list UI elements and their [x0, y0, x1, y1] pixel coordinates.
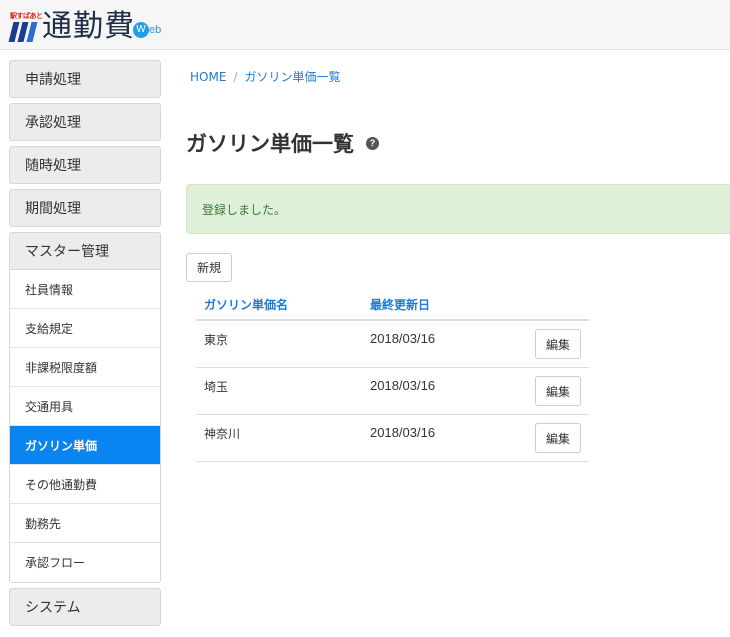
logo-web-initial: W	[133, 22, 149, 38]
edit-button[interactable]: 編集	[535, 376, 581, 406]
breadcrumb: HOME / ガソリン単価一覧	[190, 68, 340, 85]
logo-mark-icon: 駅すぱあと	[8, 12, 43, 44]
sidebar-item-payment-rules[interactable]: 支給規定	[10, 309, 160, 348]
sidebar-item-transport-means[interactable]: 交通用具	[10, 387, 160, 426]
breadcrumb-current-link[interactable]: ガソリン単価一覧	[244, 70, 340, 84]
gasoline-price-table: ガソリン単価名 最終更新日 東京 2018/03/16 編集 埼玉 2018/0…	[196, 287, 589, 462]
table-row: 埼玉 2018/03/16 編集	[196, 368, 589, 415]
logo-tag: 駅すぱあと	[10, 12, 43, 20]
sidebar: 申請処理 承認処理 随時処理 期間処理 マスター管理 社員情報 支給規定 非課税…	[9, 60, 161, 631]
logo-web-badge: W eb	[133, 22, 161, 38]
sidebar-group-master[interactable]: マスター管理	[10, 233, 160, 270]
cell-updated: 2018/03/16	[370, 331, 436, 346]
cell-updated: 2018/03/16	[370, 425, 436, 440]
cell-name: 埼玉	[204, 380, 229, 394]
sidebar-item-workplace[interactable]: 勤務先	[10, 504, 160, 543]
logo-text: 通勤費	[42, 9, 135, 44]
logo-bar	[26, 22, 38, 42]
page-title-row: ガソリン単価一覧 ?	[186, 128, 379, 158]
app-logo[interactable]: 駅すぱあと 通勤費 W eb	[8, 8, 161, 44]
breadcrumb-home-link[interactable]: HOME	[190, 70, 226, 84]
edit-button[interactable]: 編集	[535, 423, 581, 453]
column-header-name[interactable]: ガソリン単価名	[204, 296, 288, 313]
cell-updated: 2018/03/16	[370, 378, 436, 393]
page-title: ガソリン単価一覧	[186, 132, 354, 156]
sidebar-item-other-commute[interactable]: その他通勤費	[10, 465, 160, 504]
sidebar-group-approval[interactable]: 承認処理	[9, 103, 161, 141]
breadcrumb-separator: /	[233, 70, 238, 84]
sidebar-group-system[interactable]: システム	[9, 588, 161, 626]
sidebar-item-tax-free-limit[interactable]: 非課税限度額	[10, 348, 160, 387]
column-header-updated[interactable]: 最終更新日	[370, 296, 430, 313]
sidebar-item-gasoline-price[interactable]: ガソリン単価	[10, 426, 160, 465]
new-button[interactable]: 新規	[186, 253, 232, 282]
sidebar-item-employee-info[interactable]: 社員情報	[10, 270, 160, 309]
sidebar-group-application[interactable]: 申請処理	[9, 60, 161, 98]
cell-name: 神奈川	[204, 427, 241, 441]
sidebar-group-period[interactable]: 期間処理	[9, 189, 161, 227]
help-icon[interactable]: ?	[366, 136, 379, 150]
success-alert: 登録しました。	[186, 184, 730, 234]
sidebar-master-panel: マスター管理 社員情報 支給規定 非課税限度額 交通用具 ガソリン単価 その他通…	[9, 232, 161, 583]
sidebar-group-adhoc[interactable]: 随時処理	[9, 146, 161, 184]
cell-name: 東京	[204, 333, 229, 347]
table-row: 神奈川 2018/03/16 編集	[196, 415, 589, 462]
sidebar-item-approval-flow[interactable]: 承認フロー	[10, 543, 160, 582]
top-bar: 駅すぱあと 通勤費 W eb	[0, 0, 730, 50]
table-row: 東京 2018/03/16 編集	[196, 321, 589, 368]
logo-web-rest: eb	[149, 24, 162, 36]
edit-button[interactable]: 編集	[535, 329, 581, 359]
table-header: ガソリン単価名 最終更新日	[196, 287, 589, 321]
